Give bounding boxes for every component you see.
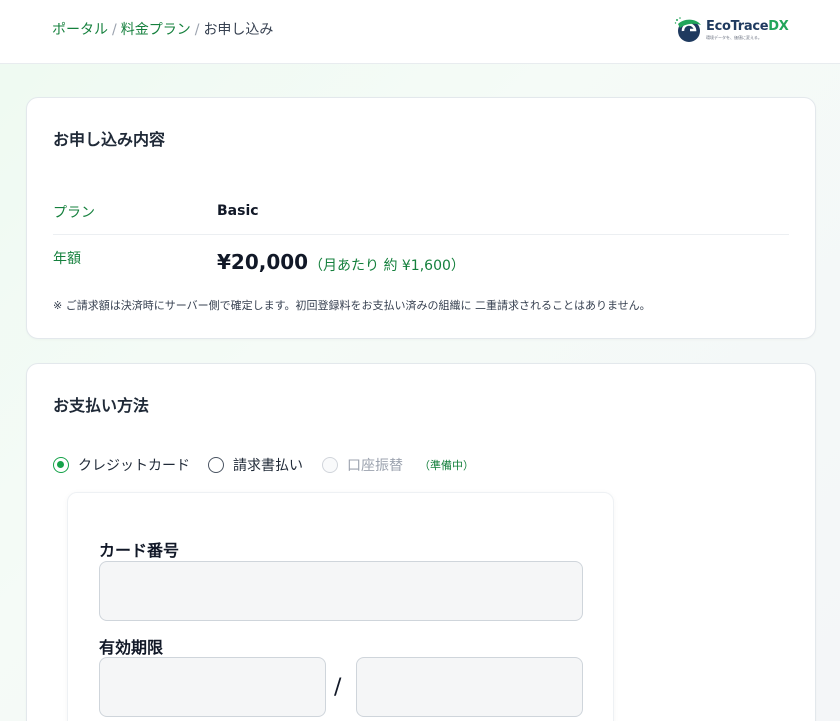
radio-bank-transfer: 口座振替 bbox=[322, 456, 412, 476]
logo-tagline: 環境データを、価値に変える。 bbox=[706, 35, 762, 40]
expiry-separator: / bbox=[334, 675, 342, 700]
radio-unchecked-icon[interactable] bbox=[208, 457, 224, 473]
radio-credit-card-label[interactable]: クレジットカード bbox=[78, 456, 190, 476]
radio-bank-transfer-label: 口座振替 bbox=[347, 458, 403, 474]
annual-fee-value: ¥20,000 bbox=[217, 250, 309, 274]
logo-mark-icon bbox=[674, 17, 701, 42]
radio-invoice-label[interactable]: 請求書払い bbox=[233, 456, 303, 476]
expiry-year-input[interactable] bbox=[356, 657, 583, 717]
top-bar: ポータル / 料金プラン / お申し込み EcoTraceDX 環境データを、価値に変え… bbox=[0, 0, 840, 64]
logo-wordmark: EcoTraceDX bbox=[706, 19, 789, 34]
breadcrumb-pricing-link[interactable]: 料金プラン bbox=[121, 22, 191, 38]
order-summary-card: お申し込み内容 プラン Basic 年額 ¥20,000 （月あたり 約 ¥1,… bbox=[26, 97, 816, 339]
breadcrumb-separator: / bbox=[194, 22, 200, 38]
radio-invoice[interactable]: 請求書払い bbox=[208, 456, 308, 476]
credit-card-form: カード番号 有効期限 / bbox=[67, 492, 614, 721]
payment-method-card: お支払い方法 クレジットカード 請求書払い 口座振替 （準備中） カード番号 有… bbox=[26, 363, 816, 721]
breadcrumb-portal-link[interactable]: ポータル bbox=[52, 22, 108, 38]
annual-fee-label: 年額 bbox=[53, 251, 81, 267]
plan-value: Basic bbox=[217, 203, 259, 219]
breadcrumb-current: お申し込み bbox=[203, 22, 274, 38]
plan-label: プラン bbox=[53, 205, 95, 221]
monthly-equivalent-note: （月あたり 約 ¥1,600） bbox=[309, 258, 465, 274]
breadcrumb-separator: / bbox=[112, 22, 117, 38]
brand-logo[interactable]: EcoTraceDX 環境データを、価値に変える。 bbox=[674, 14, 789, 46]
expiry-label: 有効期限 bbox=[99, 638, 164, 657]
breadcrumb: ポータル / 料金プラン / お申し込み bbox=[52, 21, 273, 39]
radio-disabled-icon bbox=[322, 457, 338, 473]
expiry-month-input[interactable] bbox=[99, 657, 326, 717]
card-number-label: カード番号 bbox=[99, 541, 180, 560]
row-divider bbox=[53, 234, 789, 235]
card-number-input[interactable] bbox=[99, 561, 583, 621]
in-preparation-note: （準備中） bbox=[419, 459, 474, 472]
radio-credit-card[interactable]: クレジットカード bbox=[53, 456, 193, 476]
radio-checked-icon[interactable] bbox=[53, 457, 69, 473]
payment-method-title: お支払い方法 bbox=[53, 396, 150, 415]
order-summary-title: お申し込み内容 bbox=[53, 130, 166, 149]
billing-footnote: ※ ご請求額は決済時にサーバー側で確定します。初回登録料をお支払い済みの組織に … bbox=[53, 299, 651, 312]
